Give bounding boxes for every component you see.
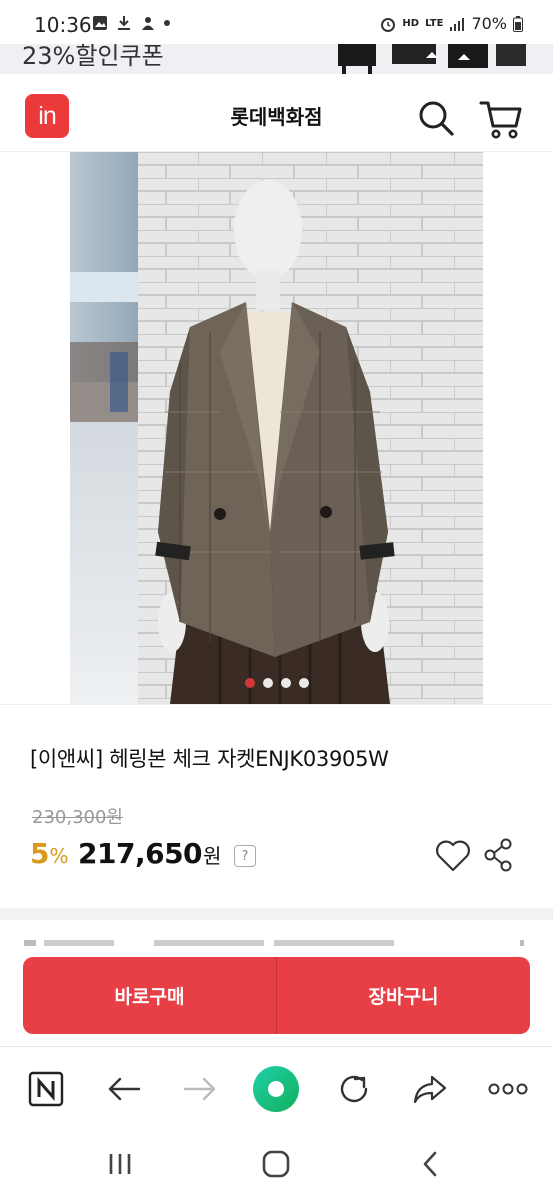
battery-percent: 70% [471, 14, 507, 33]
share-page-icon[interactable] [406, 1065, 454, 1113]
cart-icon[interactable] [478, 98, 524, 140]
benefit-row-partial [0, 920, 553, 960]
gallery-pagination[interactable] [70, 678, 483, 688]
status-bar: 10:36 HD LTE 70% [0, 0, 553, 44]
gallery-dot[interactable] [280, 678, 291, 688]
battery-icon [513, 15, 523, 32]
purchase-bar: 바로구매 장바구니 [23, 957, 530, 1034]
gallery-icon [93, 16, 107, 30]
status-time: 10:36 [34, 13, 92, 37]
section-divider [0, 908, 553, 920]
recent-apps-icon[interactable] [98, 1144, 142, 1184]
sale-price-value: 217,650 [78, 837, 203, 870]
gallery-dot[interactable] [298, 678, 309, 688]
download-icon [118, 16, 130, 30]
ad-banner-image [330, 44, 530, 74]
product-info: [이앤씨] 헤링본 체크 자켓ENJK03905W 230,300원 5% 21… [0, 704, 553, 908]
obscured-text [24, 940, 524, 946]
search-icon[interactable] [416, 98, 456, 138]
home-icon[interactable] [252, 1065, 300, 1113]
signal-icon [450, 17, 465, 31]
ad-banner-text: 23%할인쿠폰 [22, 44, 164, 70]
browser-toolbar [0, 1046, 553, 1130]
discount-value: 5 [30, 837, 50, 870]
naver-icon[interactable] [22, 1065, 70, 1113]
sale-price: 217,650원 [78, 837, 221, 870]
share-icon[interactable] [482, 837, 516, 873]
forward-icon[interactable] [176, 1065, 224, 1113]
discount-rate: 5% [30, 837, 69, 870]
gallery-dot[interactable] [244, 678, 255, 688]
status-indicators: HD LTE 70% [380, 14, 523, 33]
lte-label: LTE [425, 18, 444, 29]
heart-icon[interactable] [434, 837, 472, 873]
more-icon[interactable] [484, 1065, 532, 1113]
app-notification-icon [142, 17, 154, 30]
system-navigation [0, 1130, 553, 1200]
system-back-icon[interactable] [408, 1144, 452, 1184]
back-icon[interactable] [100, 1065, 148, 1113]
refresh-icon[interactable] [330, 1065, 378, 1113]
original-price: 230,300원 [32, 807, 123, 828]
price-help-button[interactable]: ? [234, 845, 256, 867]
notification-icons [92, 15, 170, 31]
product-name: [이앤씨] 헤링본 체크 자켓ENJK03905W [30, 747, 389, 771]
ad-banner[interactable]: 23%할인쿠폰 [0, 44, 553, 74]
alarm-icon [381, 17, 396, 32]
product-image-gallery[interactable] [70, 152, 483, 704]
add-to-cart-button[interactable]: 장바구니 [277, 957, 530, 1034]
hd-label: HD [402, 18, 420, 29]
app-header: in 롯데백화점 [0, 74, 553, 152]
system-home-icon[interactable] [254, 1144, 298, 1184]
discount-unit: % [49, 844, 69, 868]
buy-now-button[interactable]: 바로구매 [23, 957, 276, 1034]
gallery-dot[interactable] [262, 678, 273, 688]
more-notifications-dot [164, 20, 170, 26]
product-photo [70, 152, 483, 704]
currency-unit: 원 [203, 844, 221, 868]
page-title[interactable]: 롯데백화점 [0, 101, 553, 130]
